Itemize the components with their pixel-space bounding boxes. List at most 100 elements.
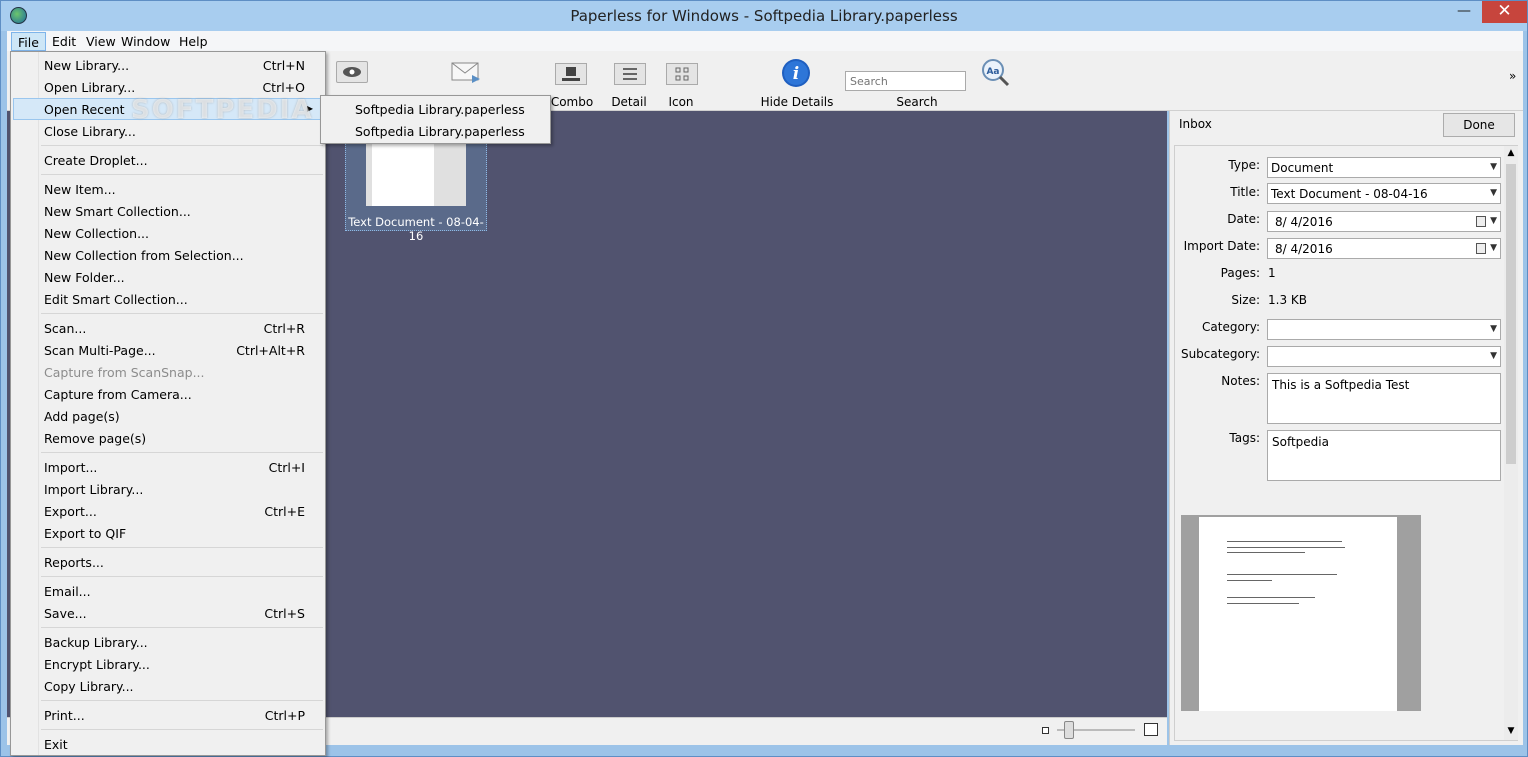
menu-item-exit[interactable]: Exit [13,733,323,755]
menu-item-export[interactable]: Export... Ctrl+E [13,500,323,522]
calendar-icon[interactable] [1476,216,1486,227]
title-label: Title: [1230,185,1260,199]
menu-item-new-smart-collection[interactable]: New Smart Collection... [13,200,323,222]
chevron-down-icon: ▼ [1490,351,1497,361]
title-bar[interactable]: Paperless for Windows - Softpedia Librar… [1,1,1527,31]
page-preview[interactable] [1181,515,1421,711]
notes-textarea[interactable]: This is a Softpedia Test [1267,373,1501,424]
menu-item-label: Capture from ScanSnap... [44,365,205,380]
scrollbar-thumb[interactable] [1506,164,1516,464]
recent-item[interactable]: Softpedia Library.paperless [323,120,549,142]
menu-item-label: New Collection from Selection... [44,248,244,263]
date-picker[interactable]: 8/ 4/2016 ▼ [1267,211,1501,232]
menu-file[interactable]: File [11,32,46,51]
menu-item-save[interactable]: Save... Ctrl+S [13,602,323,624]
menu-separator [41,145,323,146]
recent-item-label: Softpedia Library.paperless [355,102,525,117]
menu-item-shortcut: Ctrl+O [262,80,305,95]
title-field[interactable]: Text Document - 08-04-16 ▼ [1267,183,1501,204]
preview-text-line [1227,552,1305,553]
envelope-arrow-icon [451,62,480,83]
menu-item-create-droplet[interactable]: Create Droplet... [13,149,323,171]
list-icon [623,68,637,80]
zoom-slider-thumb[interactable] [1064,721,1074,739]
menu-item-new-folder[interactable]: New Folder... [13,266,323,288]
menu-item-new-library[interactable]: New Library... Ctrl+N [13,54,323,76]
hide-details-label: Hide Details [760,95,834,109]
menu-item-new-item[interactable]: New Item... [13,178,323,200]
menu-item-encrypt-library[interactable]: Encrypt Library... [13,653,323,675]
menu-item-label: Encrypt Library... [44,657,150,672]
menu-item-label: Import... [44,460,98,475]
menu-item-print[interactable]: Print... Ctrl+P [13,704,323,726]
zoom-large-icon[interactable] [1144,723,1158,736]
toolbar-overflow-button[interactable]: » [1509,69,1516,83]
menu-item-edit-smart-collection[interactable]: Edit Smart Collection... [13,288,323,310]
svg-text:Aa: Aa [986,67,999,77]
menu-window[interactable]: Window [115,32,176,51]
menu-item-label: Export... [44,504,97,519]
menu-item-import-library[interactable]: Import Library... [13,478,323,500]
menu-item-backup-library[interactable]: Backup Library... [13,631,323,653]
menu-edit[interactable]: Edit [46,32,82,51]
menu-item-capture-from-camera[interactable]: Capture from Camera... [13,383,323,405]
file-menu: New Library... Ctrl+N Open Library... Ctrl… [10,51,326,756]
pages-value: 1 [1268,266,1276,280]
subcategory-select[interactable]: ▼ [1267,346,1501,367]
menu-item-export-to-qif[interactable]: Export to QIF [13,522,323,544]
scroll-down-icon[interactable]: ▼ [1504,726,1518,736]
menu-item-email[interactable]: Email... [13,580,323,602]
done-button[interactable]: Done [1443,113,1515,137]
preview-eye-button[interactable] [336,61,368,83]
size-value: 1.3 KB [1268,293,1307,307]
softpedia-watermark: SOFTPEDIA [131,95,314,125]
minimize-button[interactable]: — [1449,1,1479,23]
import-date-label: Import Date: [1183,239,1260,253]
search-label: Search [896,95,938,109]
icon-view-button[interactable] [666,63,698,85]
tags-textarea[interactable]: Softpedia [1267,430,1501,481]
text-search-button[interactable]: Aa [979,57,1013,89]
menu-item-capture-from-scansnap: Capture from ScanSnap... [13,361,323,383]
menu-item-import[interactable]: Import... Ctrl+I [13,456,323,478]
notes-label: Notes: [1221,374,1260,388]
recent-item[interactable]: Softpedia Library.paperless [323,98,549,120]
scroll-up-icon[interactable]: ▲ [1504,148,1518,158]
size-label: Size: [1231,293,1260,307]
close-button[interactable]: ✕ [1482,1,1527,23]
eye-icon [343,67,361,77]
menu-item-remove-pages[interactable]: Remove page(s) [13,427,323,449]
zoom-small-icon[interactable] [1042,727,1049,734]
menu-item-copy-library[interactable]: Copy Library... [13,675,323,697]
menu-item-new-collection[interactable]: New Collection... [13,222,323,244]
thumbnail-label: Text Document - 08-04-16 [348,215,484,243]
menu-item-scan[interactable]: Scan... Ctrl+R [13,317,323,339]
search-input[interactable] [845,71,966,91]
menu-item-label: Export to QIF [44,526,127,541]
menu-help[interactable]: Help [173,32,214,51]
menu-item-label: Scan... [44,321,87,336]
details-scrollbar[interactable]: ▲ ▼ [1504,146,1518,740]
category-select[interactable]: ▼ [1267,319,1501,340]
menu-item-shortcut: Ctrl+R [263,321,305,336]
menu-separator [41,576,323,577]
type-select[interactable]: Document ▼ [1267,157,1501,178]
menu-item-add-pages[interactable]: Add page(s) [13,405,323,427]
info-icon: i [782,59,810,87]
menu-item-reports[interactable]: Reports... [13,551,323,573]
hide-details-button[interactable]: i [780,57,812,89]
email-toolbar-button[interactable] [450,59,484,87]
menu-item-label: New Collection... [44,226,149,241]
date-label: Date: [1227,212,1260,226]
preview-page-sheet [1199,517,1397,711]
calendar-icon[interactable] [1476,243,1486,254]
menu-item-scan-multi-page[interactable]: Scan Multi-Page... Ctrl+Alt+R [13,339,323,361]
combo-view-button[interactable] [555,63,587,85]
import-date-picker[interactable]: 8/ 4/2016 ▼ [1267,238,1501,259]
menu-item-shortcut: Ctrl+N [262,58,305,73]
pages-label: Pages: [1220,266,1260,280]
menu-item-new-collection-from-selection[interactable]: New Collection from Selection... [13,244,323,266]
detail-view-button[interactable] [614,63,646,85]
chevron-down-icon: ▼ [1490,216,1497,226]
menu-item-label: Email... [44,584,91,599]
